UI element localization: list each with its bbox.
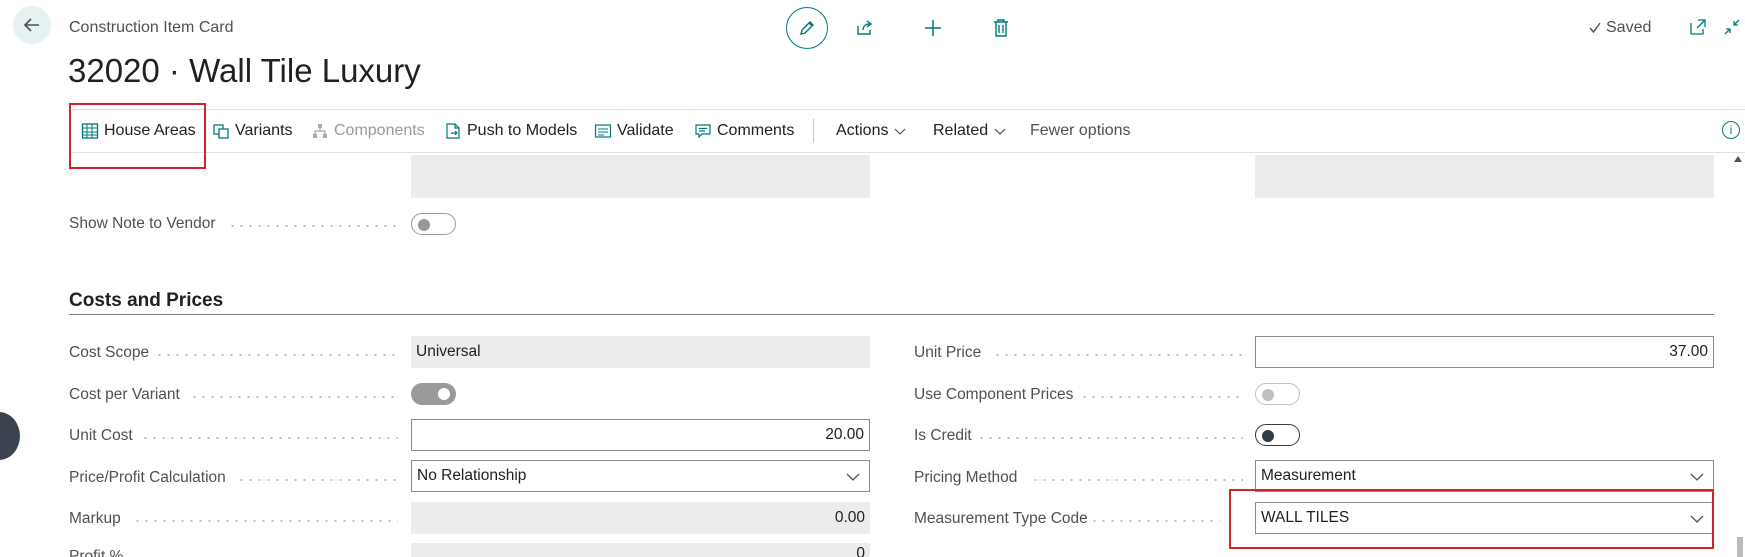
unit-cost-label: Unit Cost [69,427,133,444]
fewer-options-button[interactable]: Fewer options [1030,109,1131,153]
notes-field-right [1255,155,1714,198]
is-credit-label: Is Credit [914,427,972,444]
page-title: 32020 · Wall Tile Luxury [68,52,421,89]
related-menu-label: Related [933,122,989,139]
field-dots [1031,479,1243,481]
show-note-to-vendor-label: Show Note to Vendor [69,215,216,232]
actions-menu[interactable]: Actions [836,109,907,153]
section-divider [69,314,1714,315]
measurement-type-code-label: Measurement Type Code [914,510,1088,527]
house-areas-label: House Areas [104,122,196,139]
profit-pct-field: 0 [411,543,870,557]
chevron-down-icon [1690,515,1704,523]
chevron-down-icon [895,128,906,135]
validate-label: Validate [617,122,674,139]
chevron-down-icon [1690,473,1704,481]
actions-menu-label: Actions [836,122,889,139]
fewer-options-label: Fewer options [1030,122,1131,139]
measurement-type-code-select[interactable]: WALL TILES [1255,502,1714,534]
unit-cost-input[interactable]: 20.00 [411,419,870,451]
field-dots [228,225,398,227]
collapse-button[interactable] [1722,17,1742,37]
top-toolbar [786,7,1055,49]
comments-action[interactable]: Comments [694,109,794,153]
page-caption: Construction Item Card [69,19,234,36]
share-button[interactable] [851,14,879,42]
push-to-models-icon [446,123,460,139]
new-button[interactable] [919,14,947,42]
field-dots [1090,520,1220,522]
components-icon [313,124,327,138]
delete-button[interactable] [987,14,1015,42]
use-component-prices-label: Use Component Prices [914,386,1074,403]
saved-status: Saved [1588,19,1651,37]
validate-icon [594,124,612,138]
markup-field: 0.00 [411,502,870,534]
field-dots [141,437,398,439]
components-label: Components [334,122,425,139]
chevron-down-icon [994,128,1006,135]
price-profit-calculation-label: Price/Profit Calculation [69,469,226,486]
scrollbar-thumb[interactable] [1737,537,1743,557]
chevron-down-icon [846,473,860,481]
delete-icon [994,19,1008,37]
edit-button[interactable] [786,7,828,49]
components-action[interactable]: Components [311,109,425,153]
open-new-window-icon [1690,19,1706,35]
house-areas-action[interactable]: House Areas [81,109,196,153]
profit-pct-label: Profit % [69,548,124,557]
cost-scope-label: Cost Scope [69,344,150,361]
validate-action[interactable]: Validate [594,109,674,153]
comments-label: Comments [717,122,795,139]
collapse-icon [1724,19,1740,35]
push-to-models-label: Push to Models [467,122,578,139]
back-button[interactable] [13,6,51,44]
pricing-method-value: Measurement [1261,467,1356,484]
push-to-models-action[interactable]: Push to Models [444,109,577,153]
is-credit-toggle[interactable] [1255,424,1300,446]
edit-pencil-icon [800,21,814,35]
unit-price-input[interactable]: 37.00 [1255,336,1714,368]
info-icon[interactable]: i [1722,121,1740,139]
field-dots [237,479,398,481]
field-dots [133,520,398,522]
scrollbar[interactable] [1733,155,1745,557]
back-arrow-icon [23,18,39,32]
notes-field-left [411,155,870,198]
house-areas-icon [81,123,99,139]
cost-per-variant-toggle[interactable] [411,383,456,405]
price-profit-calculation-value: No Relationship [417,467,527,484]
comments-icon [695,124,711,139]
variants-icon [213,124,229,139]
variants-label: Variants [235,122,293,139]
unit-price-label: Unit Price [914,344,982,361]
measurement-type-code-value: WALL TILES [1261,509,1350,526]
saved-label: Saved [1606,19,1652,36]
side-panel-handle[interactable] [0,412,20,460]
cost-per-variant-label: Cost per Variant [69,386,180,403]
markup-label: Markup [69,510,121,527]
cost-scope-field: Universal [411,336,870,368]
check-icon [1589,22,1601,34]
pricing-method-label: Pricing Method [914,469,1018,486]
price-profit-calculation-select[interactable]: No Relationship [411,460,870,492]
field-dots [977,437,1243,439]
field-dots [1080,396,1243,398]
use-component-prices-toggle[interactable] [1255,383,1300,405]
variants-action[interactable]: Variants [212,109,293,153]
open-new-window-button[interactable] [1688,17,1708,37]
scroll-up-arrow-icon[interactable] [1734,156,1742,162]
section-title-costs-and-prices: Costs and Prices [69,290,224,311]
field-dots [190,396,398,398]
pricing-method-select[interactable]: Measurement [1255,460,1714,492]
plus-icon [925,20,941,36]
related-menu[interactable]: Related [933,109,1007,153]
field-dots [993,354,1243,356]
show-note-to-vendor-toggle[interactable] [411,213,456,235]
action-separator [813,119,814,143]
share-icon [857,20,873,35]
field-dots [155,354,398,356]
